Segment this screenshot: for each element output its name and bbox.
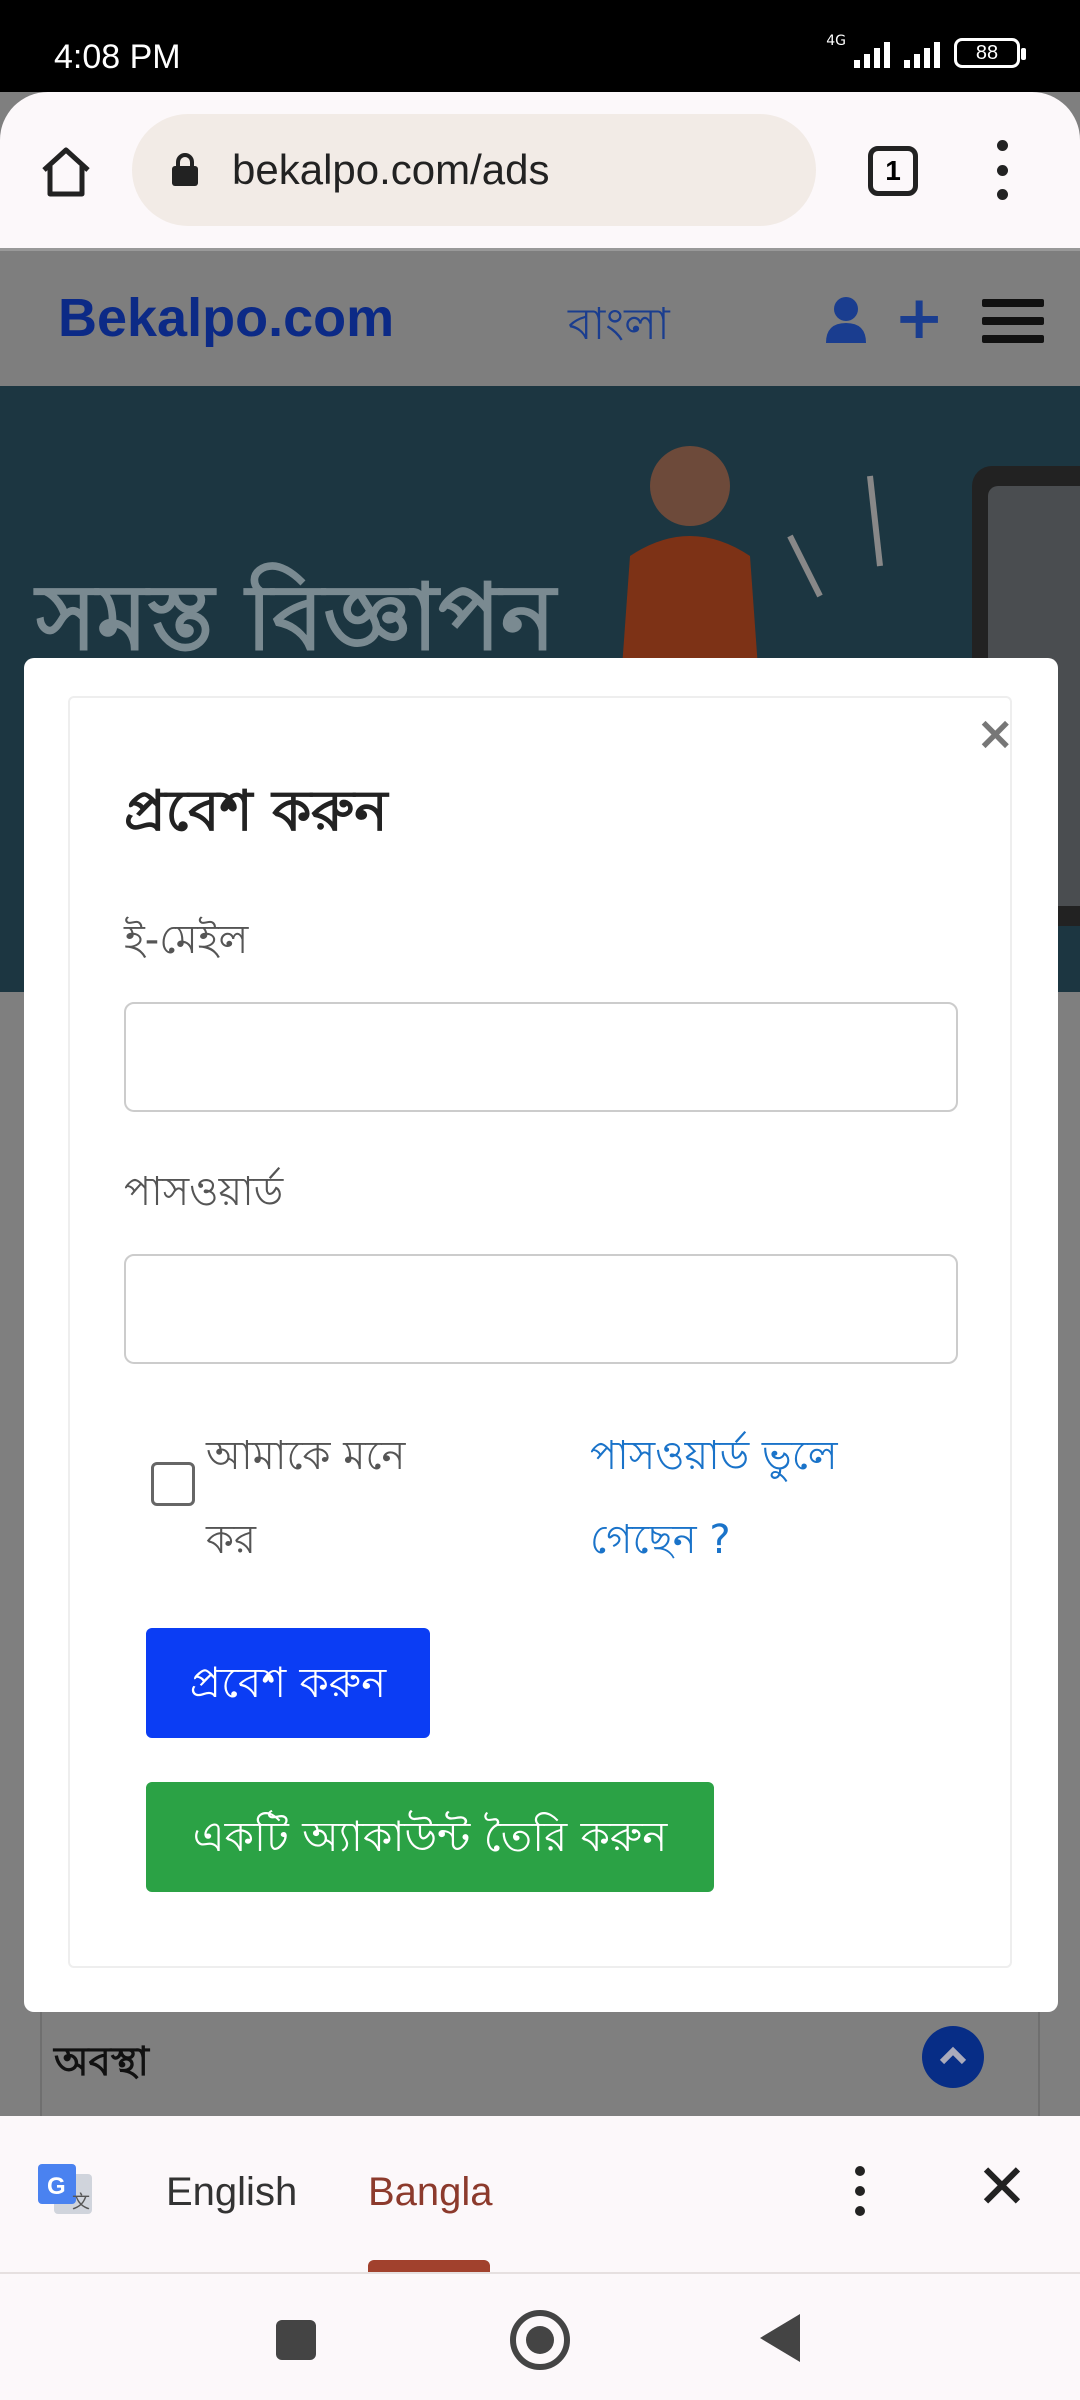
home-button[interactable] <box>510 2310 570 2370</box>
section-title: অবস্থা <box>54 2039 149 2085</box>
modal-title: প্রবেশ করুন <box>124 779 388 844</box>
browser-menu-icon[interactable] <box>990 140 1014 200</box>
status-icons: 4G 88 <box>826 33 1026 68</box>
site-logo[interactable]: Bekalpo.com <box>58 287 394 349</box>
tab-switcher-button[interactable]: 1 <box>868 146 918 196</box>
url-text: bekalpo.com/ads <box>232 146 550 193</box>
password-field[interactable] <box>124 1254 958 1364</box>
chevron-up-icon <box>939 2046 967 2065</box>
battery-icon: 88 <box>954 38 1026 68</box>
active-tab-indicator <box>368 2260 490 2272</box>
svg-text:文: 文 <box>72 2192 90 2212</box>
login-button[interactable]: প্রবেশ করুন <box>146 1628 430 1738</box>
create-account-button[interactable]: একটি অ্যাকাউন্ট তৈরি করুন <box>146 1782 714 1892</box>
user-icon[interactable] <box>822 295 870 345</box>
back-button[interactable] <box>760 2314 800 2362</box>
lock-icon <box>172 153 198 186</box>
address-bar[interactable]: bekalpo.com/ads <box>132 114 816 226</box>
svg-text:G: G <box>47 2173 66 2200</box>
signal-icon <box>854 38 890 68</box>
site-header: Bekalpo.com বাংলা + <box>0 248 1080 386</box>
forgot-password-link[interactable]: পাসওয়ার্ড ভুলে গেছেন ? <box>590 1414 910 1582</box>
collapse-button[interactable] <box>922 2026 984 2088</box>
target-language-tab[interactable]: Bangla <box>368 2170 493 2215</box>
home-icon[interactable] <box>36 142 96 202</box>
email-label: ই-মেইল <box>124 917 249 963</box>
status-time: 4:08 PM <box>54 38 181 76</box>
close-modal-button[interactable]: × <box>976 710 1015 756</box>
network-type: 4G <box>826 33 846 49</box>
status-bar: 4:08 PM 4G 88 <box>0 0 1080 92</box>
login-modal: × প্রবেশ করুন ই-মেইল পাসওয়ার্ড আমাকে মন… <box>24 658 1058 2012</box>
add-icon[interactable]: + <box>894 288 944 348</box>
translate-menu-icon[interactable] <box>848 2166 872 2216</box>
hamburger-menu-icon[interactable] <box>982 299 1044 343</box>
remember-me-label[interactable]: আমাকে মনে কর <box>206 1414 466 1582</box>
source-language-tab[interactable]: English <box>166 2170 297 2215</box>
system-nav-bar <box>0 2272 1080 2400</box>
recents-button[interactable] <box>276 2320 316 2360</box>
browser-toolbar: bekalpo.com/ads 1 <box>0 92 1080 248</box>
password-label: পাসওয়ার্ড <box>124 1169 284 1215</box>
signal-icon <box>904 38 940 68</box>
remember-me-checkbox[interactable] <box>151 1462 195 1506</box>
google-translate-icon: G 文 <box>38 2164 92 2214</box>
email-field[interactable] <box>124 1002 958 1112</box>
language-link[interactable]: বাংলা <box>568 291 670 364</box>
translate-bar: G 文 English Bangla ✕ <box>0 2116 1080 2272</box>
close-translate-icon[interactable]: ✕ <box>976 2156 1028 2218</box>
